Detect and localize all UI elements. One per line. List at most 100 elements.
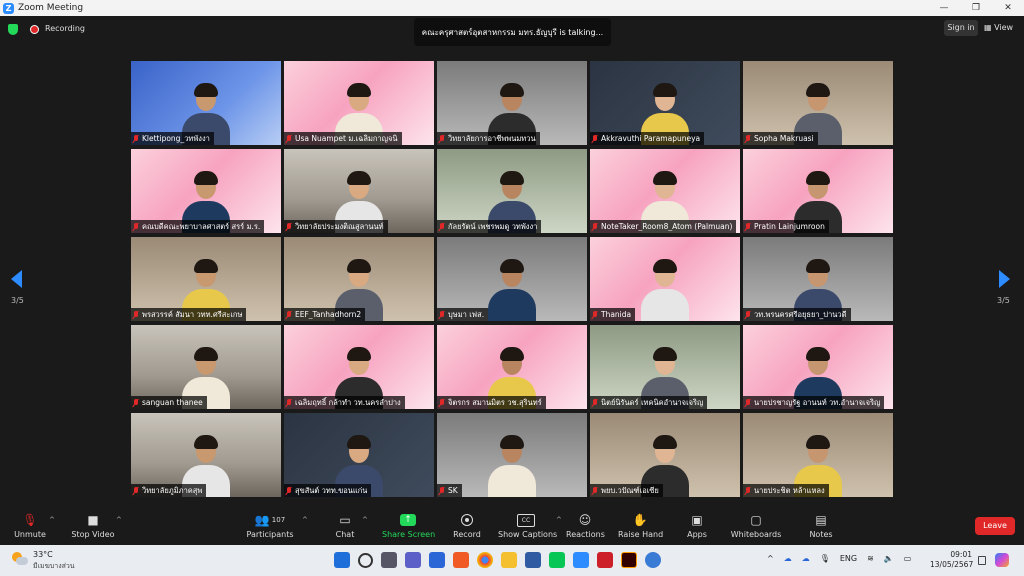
wifi-icon[interactable]: ≋ bbox=[867, 554, 874, 563]
microphone-muted-icon bbox=[133, 486, 139, 495]
participant-video-tile[interactable]: Pratin Lainjumroon bbox=[743, 149, 893, 233]
sign-in-button[interactable]: Sign in bbox=[944, 20, 978, 36]
whiteboard-icon: ▢ bbox=[750, 513, 762, 527]
participant-video-tile[interactable]: Akkravuthi Paramapuneya bbox=[590, 61, 740, 145]
chrome-icon[interactable] bbox=[477, 552, 493, 568]
view-button[interactable]: ▦ View bbox=[984, 20, 1013, 36]
participant-name: SK bbox=[448, 486, 458, 495]
microphone-muted-icon bbox=[133, 398, 139, 407]
chat-chevron-icon[interactable]: ^ bbox=[362, 516, 368, 524]
line-icon[interactable] bbox=[549, 552, 565, 568]
video-options-chevron-icon[interactable]: ^ bbox=[116, 516, 122, 524]
tray-chevron-icon[interactable]: ^ bbox=[767, 554, 774, 563]
participant-video-tile[interactable]: นิตย์นิรันดร์ เทคนิคอำนาจเจริญ bbox=[590, 325, 740, 409]
minimize-button[interactable]: — bbox=[928, 0, 960, 16]
globe-app-icon[interactable] bbox=[645, 552, 661, 568]
participant-video-tile[interactable]: Klettipong_วทพังงา bbox=[131, 61, 281, 145]
language-indicator[interactable]: ENG bbox=[840, 554, 857, 563]
participant-video-tile[interactable]: นายประชิต หล้าแหลง bbox=[743, 413, 893, 497]
participant-video-tile[interactable]: พยบ.วปัณฑ์เอเซีย bbox=[590, 413, 740, 497]
participant-name-tag: สุขสันต์ วทท.ขอนแก่น bbox=[284, 484, 372, 497]
participant-video-tile[interactable]: สุขสันต์ วทท.ขอนแก่น bbox=[284, 413, 434, 497]
recording-label[interactable]: Recording bbox=[45, 24, 85, 33]
onedrive-icon[interactable]: ☁ bbox=[784, 554, 792, 563]
brave-browser-icon[interactable] bbox=[453, 552, 469, 568]
notes-button[interactable]: ▤ Notes bbox=[806, 512, 836, 539]
store-icon[interactable] bbox=[429, 552, 445, 568]
participant-video-tile[interactable]: SK bbox=[437, 413, 587, 497]
reactions-button[interactable]: ☺ Reactions bbox=[566, 512, 605, 539]
participants-button[interactable]: 👥 107 Participants bbox=[246, 512, 294, 539]
record-icon bbox=[461, 514, 473, 526]
participant-video-tile[interactable]: Sopha Makruasi bbox=[743, 61, 893, 145]
participant-video-tile[interactable]: วิทยาลัยประมงติณสูลานนท์ bbox=[284, 149, 434, 233]
stop-video-button[interactable]: ■ Stop Video bbox=[70, 512, 116, 539]
record-button[interactable]: Record bbox=[450, 512, 484, 539]
acrobat-icon[interactable] bbox=[597, 552, 613, 568]
file-explorer-icon[interactable] bbox=[501, 552, 517, 568]
raise-hand-button[interactable]: ✋ Raise Hand bbox=[618, 512, 663, 539]
participant-name-tag: วิทยาลัยประมงติณสูลานนท์ bbox=[284, 220, 388, 233]
recording-icon bbox=[30, 25, 39, 34]
teams-icon[interactable] bbox=[405, 552, 421, 568]
participants-icon: 👥 bbox=[254, 513, 270, 527]
participant-video-tile[interactable]: จิตรกร สมานมิตร วช.สุรินทร์ bbox=[437, 325, 587, 409]
participant-video-tile[interactable]: วิทยาลัยการอาชีพพนมทวน bbox=[437, 61, 587, 145]
participant-video-tile[interactable]: กัลยรัตน์ เพชรพมดู วทพังงา bbox=[437, 149, 587, 233]
share-screen-button[interactable]: ↑ Share Screen bbox=[382, 512, 436, 539]
participant-video-tile[interactable]: sanguan thanee bbox=[131, 325, 281, 409]
participant-video-tile[interactable]: Usa Nuampet ม.เฉลิมกาญจนิ bbox=[284, 61, 434, 145]
participant-video-tile[interactable]: วท.พรนครศรีอยุธยา_ปานวดี bbox=[743, 237, 893, 321]
share-screen-label: Share Screen bbox=[382, 530, 436, 539]
microphone-muted-icon bbox=[286, 222, 292, 231]
task-view-icon[interactable] bbox=[381, 552, 397, 568]
weather-temperature[interactable]: 33°C bbox=[33, 550, 53, 559]
weather-partly-cloudy-icon[interactable] bbox=[12, 552, 28, 566]
taskbar-clock[interactable]: 09:01 13/05/2567 bbox=[930, 550, 973, 570]
participant-name: Akkravuthi Paramapuneya bbox=[601, 134, 701, 143]
video-camera-icon: ■ bbox=[87, 513, 99, 527]
illustrator-icon[interactable] bbox=[621, 552, 637, 568]
whiteboards-button[interactable]: ▢ Whiteboards bbox=[730, 512, 782, 539]
close-button[interactable]: ✕ bbox=[992, 0, 1024, 16]
participant-name-tag: บุษมา เฟส. bbox=[437, 308, 489, 321]
participant-video-tile[interactable]: พรสวรรค์ สัมนา วทท.ศรีสะเกษ bbox=[131, 237, 281, 321]
onedrive-work-icon[interactable]: ☁ bbox=[802, 554, 810, 563]
microphone-tray-icon[interactable]: 🎙 bbox=[820, 554, 830, 563]
audio-options-chevron-icon[interactable]: ^ bbox=[49, 516, 55, 524]
page-indicator-left: 3/5 bbox=[11, 296, 24, 305]
captions-chevron-icon[interactable]: ^ bbox=[556, 516, 562, 524]
grid-icon: ▦ bbox=[984, 23, 995, 32]
participant-video-tile[interactable]: EEF_Tanhadhorn2 bbox=[284, 237, 434, 321]
battery-icon[interactable]: ▭ bbox=[904, 554, 912, 563]
security-shield-icon[interactable] bbox=[8, 24, 18, 35]
weather-description[interactable]: มีเมฆบางส่วน bbox=[33, 561, 75, 572]
search-icon[interactable] bbox=[358, 553, 373, 568]
participant-video-tile[interactable]: เฉลิมฤทธิ์ กล้าทำ วท.นครลำปาง bbox=[284, 325, 434, 409]
next-page-button[interactable] bbox=[999, 270, 1013, 290]
participant-name: Thanida bbox=[601, 310, 632, 319]
restore-button[interactable]: ❐ bbox=[960, 0, 992, 16]
show-captions-button[interactable]: CC Show Captions bbox=[498, 512, 557, 539]
speaker-icon[interactable]: 🔈 bbox=[884, 554, 894, 563]
notifications-icon[interactable] bbox=[978, 556, 986, 565]
participant-video-tile[interactable]: บุษมา เฟส. bbox=[437, 237, 587, 321]
participant-video-tile[interactable]: Thanida bbox=[590, 237, 740, 321]
participant-name-tag: วท.พรนครศรีอยุธยา_ปานวดี bbox=[743, 308, 851, 321]
zoom-taskbar-icon[interactable] bbox=[573, 552, 589, 568]
unmute-button[interactable]: 🎙 Unmute bbox=[12, 512, 48, 539]
participant-video-tile[interactable]: นายปรชาญรัฐ อานนท์ วท.อำนาจเจริญ bbox=[743, 325, 893, 409]
participants-chevron-icon[interactable]: ^ bbox=[302, 516, 308, 524]
participant-video-tile[interactable]: คณบดีคณะพยาบาลศาสตร์ สรร์ ม.ร. bbox=[131, 149, 281, 233]
leave-button[interactable]: Leave bbox=[975, 517, 1015, 535]
participant-video-tile[interactable]: NoteTaker_Room8_Atom (Palmuan) bbox=[590, 149, 740, 233]
chat-button[interactable]: ▭ Chat bbox=[330, 512, 360, 539]
word-icon[interactable] bbox=[525, 552, 541, 568]
previous-page-button[interactable] bbox=[11, 270, 25, 290]
copilot-icon[interactable] bbox=[995, 553, 1009, 567]
participant-name: วิทยาลัยประมงติณสูลานนท์ bbox=[295, 221, 384, 231]
participant-video-tile[interactable]: วิทยาลัยภูมิภาคสุพ bbox=[131, 413, 281, 497]
windows-start-icon[interactable] bbox=[334, 552, 350, 568]
participant-name-tag: วิทยาลัยภูมิภาคสุพ bbox=[131, 484, 207, 497]
apps-button[interactable]: ▣ Apps bbox=[682, 512, 712, 539]
